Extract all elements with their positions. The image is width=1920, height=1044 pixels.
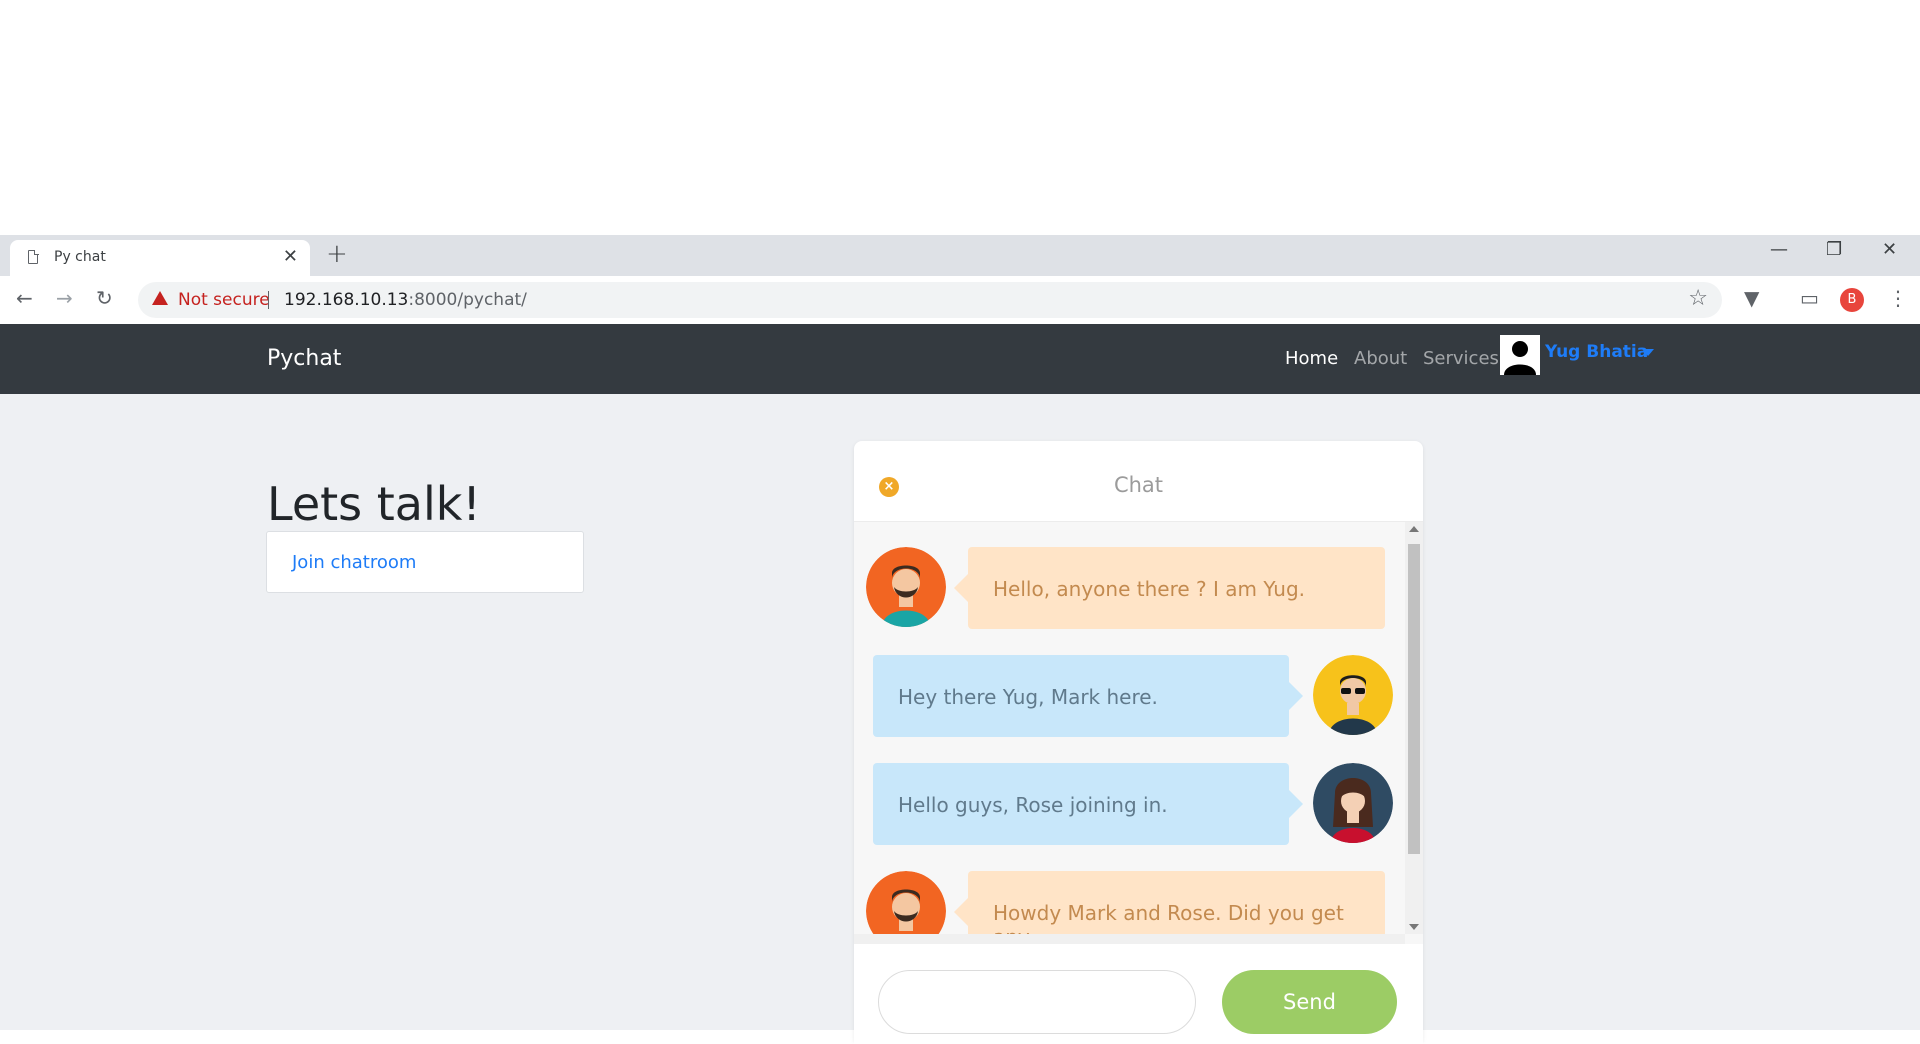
extension-icon[interactable]: ▼ — [1744, 286, 1759, 310]
page-heading: Lets talk! — [267, 476, 481, 531]
scroll-down-icon[interactable] — [1409, 924, 1419, 930]
rose-avatar — [1313, 763, 1393, 843]
tab-title: Py chat — [54, 249, 106, 265]
back-icon[interactable]: ← — [16, 286, 33, 310]
chat-widget: × Chat Hello, anyone there ? I am Yug. H… — [854, 441, 1423, 1044]
minimize-icon[interactable]: — — [1770, 239, 1788, 260]
messages-scrollbar[interactable] — [1405, 522, 1423, 934]
horizontal-scrollbar[interactable] — [854, 934, 1405, 944]
browser-menu-icon[interactable]: ⋮ — [1888, 286, 1908, 310]
yug-avatar — [866, 547, 946, 627]
scroll-thumb[interactable] — [1408, 544, 1420, 854]
message-bubble: Hello guys, Rose joining in. — [873, 763, 1303, 845]
message-list[interactable]: Hello, anyone there ? I am Yug. Hey ther… — [854, 522, 1423, 944]
user-avatar-icon[interactable] — [1500, 335, 1540, 375]
blank-top-area — [0, 0, 1920, 235]
address-divider — [268, 291, 269, 309]
tab-close-icon[interactable]: ✕ — [283, 246, 298, 267]
user-menu[interactable]: Yug Bhatia — [1545, 342, 1648, 362]
site-navbar: Pychat Home About Services Yug Bhatia — [0, 324, 1920, 394]
browser-tab[interactable]: Py chat ✕ — [10, 240, 310, 276]
chat-title: Chat — [1113, 473, 1164, 497]
send-button[interactable]: Send — [1222, 970, 1397, 1034]
new-tab-button[interactable]: + — [326, 239, 348, 269]
mark-avatar — [1313, 655, 1393, 735]
page-body: Lets talk! Join chatroom × Chat Hello, a… — [0, 394, 1920, 1044]
message-bubble: Hello, anyone there ? I am Yug. — [954, 547, 1385, 629]
window-close-icon[interactable]: ✕ — [1882, 239, 1897, 260]
reload-icon[interactable]: ↻ — [96, 286, 113, 310]
url-text[interactable]: 192.168.10.13:8000/pychat/ — [284, 290, 527, 310]
page-icon — [28, 249, 39, 264]
brand-link[interactable]: Pychat — [267, 346, 341, 371]
cast-icon[interactable]: ▭ — [1800, 286, 1819, 310]
nav-home[interactable]: Home — [1285, 348, 1338, 369]
scroll-up-icon[interactable] — [1409, 526, 1419, 532]
join-chatroom-link[interactable]: Join chatroom — [292, 552, 416, 573]
message-input[interactable] — [878, 970, 1196, 1034]
warning-icon — [152, 291, 168, 305]
bookmark-star-icon[interactable]: ☆ — [1688, 286, 1708, 311]
address-bar[interactable]: Not secure 192.168.10.13:8000/pychat/ ☆ — [138, 282, 1722, 318]
chat-footer: Send — [854, 944, 1423, 1044]
browser-tabstrip: Py chat ✕ + — ❐ ✕ — [0, 235, 1920, 276]
message-bubble: Hey there Yug, Mark here. — [873, 655, 1303, 737]
security-label[interactable]: Not secure — [178, 290, 270, 310]
restore-icon[interactable]: ❐ — [1826, 239, 1842, 260]
browser-toolbar: ← → ↻ Not secure 192.168.10.13:8000/pych… — [0, 276, 1920, 325]
forward-icon[interactable]: → — [56, 286, 73, 310]
chat-header: × Chat — [854, 441, 1423, 522]
profile-avatar[interactable]: B — [1840, 288, 1864, 312]
nav-about[interactable]: About — [1354, 348, 1407, 369]
nav-services[interactable]: Services — [1423, 348, 1499, 369]
dropdown-caret-icon[interactable] — [1642, 349, 1654, 356]
join-card: Join chatroom — [266, 531, 584, 593]
